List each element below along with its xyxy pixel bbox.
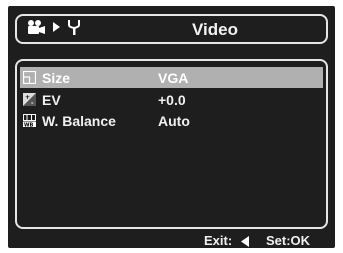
page-title: Video bbox=[192, 20, 238, 39]
camera-screen: Video Size VGA + - EV +0.0 WB W. Balance… bbox=[8, 6, 335, 248]
menu-item-value: Auto bbox=[158, 112, 190, 129]
menu-item-label: EV bbox=[42, 91, 61, 108]
menu-header: Video bbox=[15, 14, 328, 44]
menu-item-value: VGA bbox=[158, 69, 189, 86]
video-mode-icon[interactable] bbox=[26, 19, 46, 40]
svg-text:+: + bbox=[25, 94, 30, 101]
menu-item-value: +0.0 bbox=[158, 91, 186, 108]
setup-wrench-icon[interactable] bbox=[67, 18, 81, 41]
set-ok-hint: Set:OK bbox=[266, 233, 311, 248]
menu-item-ev[interactable]: + - EV +0.0 bbox=[20, 89, 323, 110]
menu-item-white-balance[interactable]: WB W. Balance Auto bbox=[20, 110, 323, 131]
menu-item-size[interactable]: Size VGA bbox=[20, 67, 323, 88]
footer-hints: Exit: Set:OK bbox=[8, 233, 335, 248]
white-balance-icon: WB bbox=[23, 114, 36, 128]
svg-text:WB: WB bbox=[24, 122, 34, 127]
menu-item-label: W. Balance bbox=[42, 112, 116, 129]
menu-item-label: Size bbox=[42, 69, 71, 86]
arrow-right-icon bbox=[52, 20, 61, 38]
size-icon bbox=[22, 70, 37, 85]
left-arrow-icon bbox=[240, 235, 250, 250]
ev-icon: + - bbox=[23, 93, 36, 107]
settings-menu: Size VGA + - EV +0.0 WB W. Balance Auto bbox=[15, 59, 328, 229]
exit-hint: Exit: bbox=[204, 233, 233, 248]
